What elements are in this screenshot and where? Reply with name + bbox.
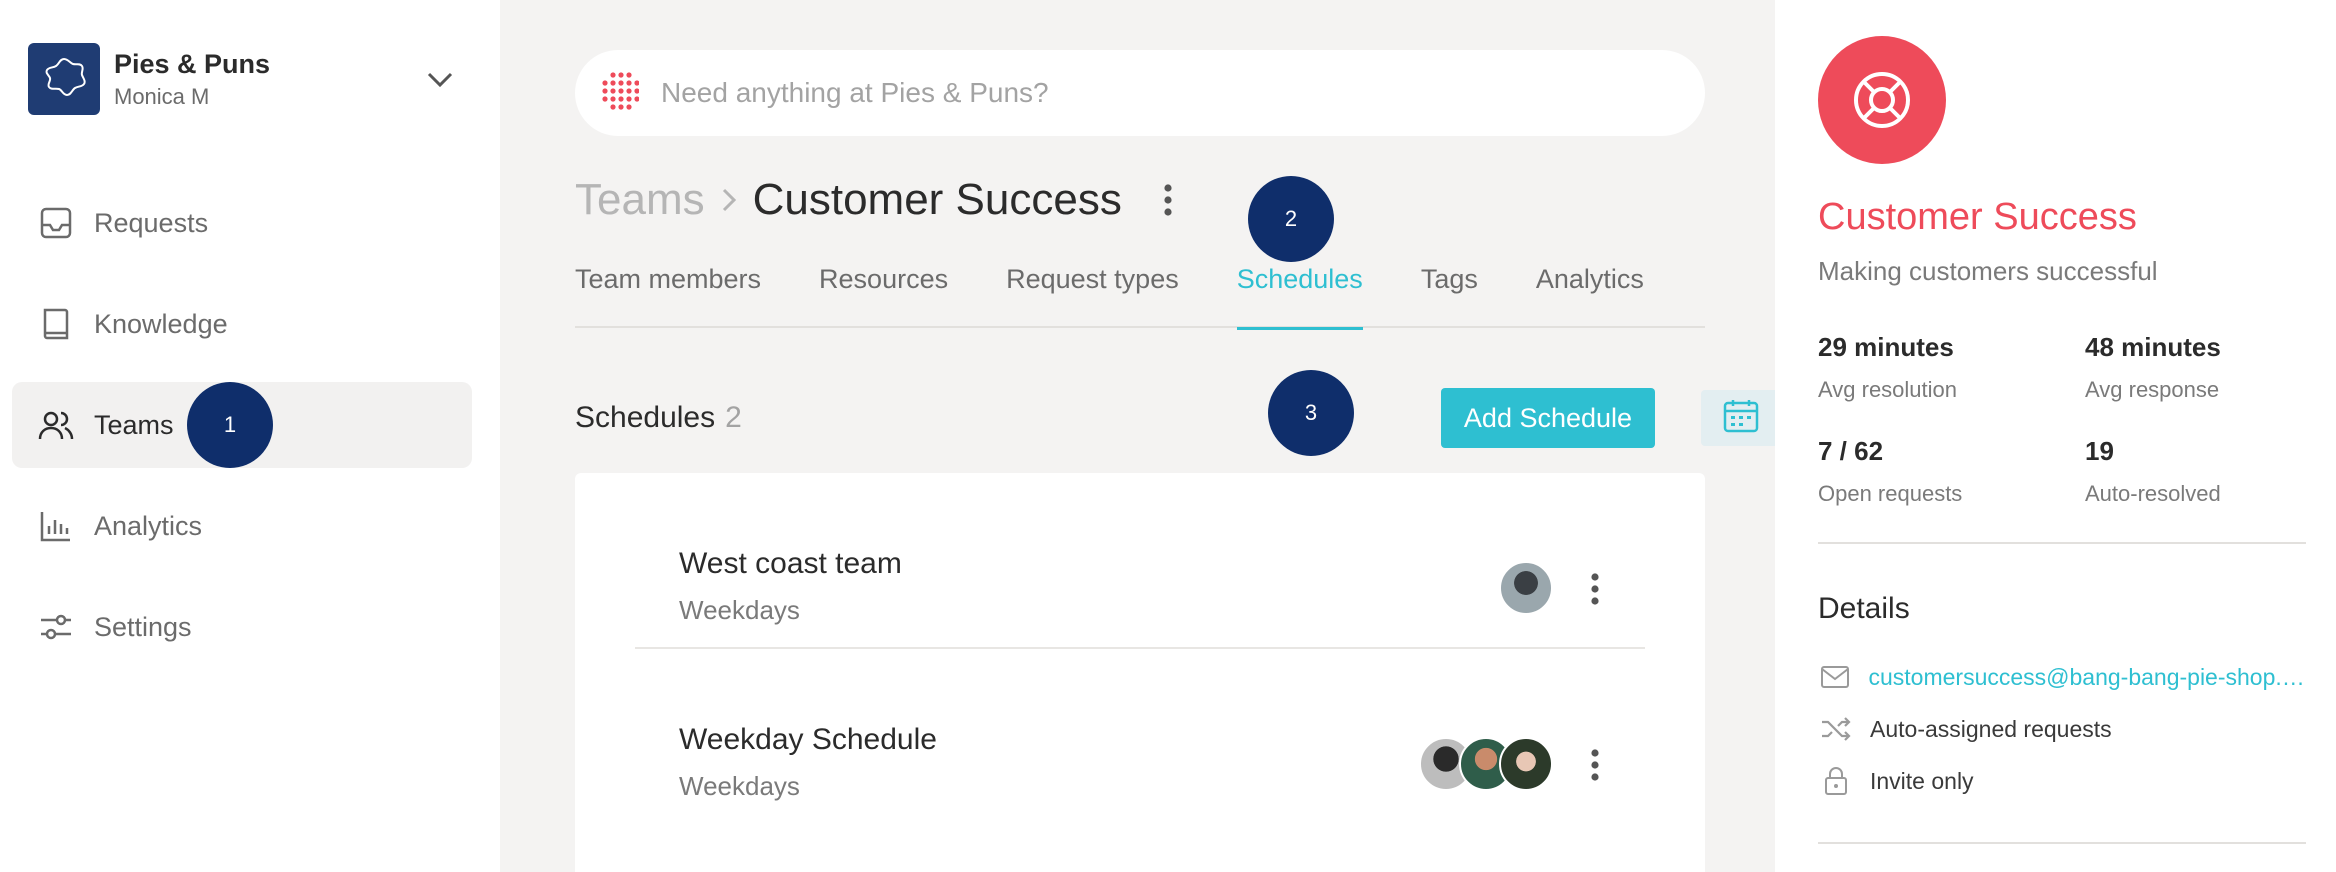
flower-logo-icon [45,57,86,97]
team-tabs: Team members Resources Request types Sch… [575,256,1705,330]
sidebar-item-label: Requests [94,207,209,238]
schedule-name: Weekday Schedule [679,723,937,756]
tab-team-members[interactable]: Team members [575,256,761,328]
schedules-count: 2 [725,401,742,434]
sidebar-item-label: Knowledge [94,308,228,339]
workspace-user: Monica M [114,83,210,109]
stat-auto-resolved: 19 Auto-resolved [2085,436,2336,507]
stat-open-requests: 7 / 62 Open requests [1818,436,2078,507]
stat-avg-response: 48 minutes Avg response [2085,332,2336,403]
lifebuoy-icon [1854,72,1910,128]
tab-analytics[interactable]: Analytics [1536,256,1644,328]
stat-label: Avg response [2085,377,2220,402]
list-item[interactable]: West coast team Weekdays [635,473,1645,647]
add-schedule-button[interactable]: Add Schedule [1441,388,1655,448]
avatar [1499,737,1553,791]
chevron-down-icon[interactable] [420,60,460,100]
chevron-right-icon [719,185,739,215]
stat-value: 48 minutes [2085,332,2221,362]
detail-email: customersuccess@bang-bang-pie-shop.com [1818,659,2306,695]
users-icon [36,405,76,445]
tab-schedules[interactable]: Schedules [1236,256,1363,330]
divider [1818,842,2306,844]
inbox-icon [36,203,76,243]
details-heading: Details [1818,592,1910,625]
stat-value: 7 / 62 [1818,436,1884,466]
team-email-link[interactable]: customersuccess@bang-bang-pie-shop.com [1868,664,2306,691]
detail-assignment: Auto-assigned requests [1818,711,2306,747]
list-item[interactable]: Weekday Schedule Weekdays [635,647,1645,821]
sidebar-item-requests[interactable]: Requests [12,180,472,266]
member-avatars [1499,561,1553,615]
assignment-text: Auto-assigned requests [1870,715,2112,742]
breadcrumb-parent[interactable]: Teams [575,175,705,225]
breadcrumb: Teams Customer Success [575,170,1180,230]
sidebar-item-knowledge[interactable]: Knowledge [12,281,472,367]
stat-value: 29 minutes [1818,332,1954,362]
team-details-panel: Customer Success Making customers succes… [1775,0,2336,872]
detail-access: Invite only [1818,763,2306,799]
more-vertical-icon[interactable] [1156,180,1180,220]
workspace-logo [28,43,100,115]
avatar [1499,561,1553,615]
bar-chart-icon [36,506,76,546]
page-title: Customer Success [752,175,1122,224]
more-vertical-icon[interactable] [1585,745,1605,785]
calendar-icon [1722,398,1760,439]
more-vertical-icon[interactable] [1585,569,1605,609]
schedule-name: West coast team [679,547,902,580]
stat-avg-resolution: 29 minutes Avg resolution [1818,332,2078,403]
schedules-title: Schedules [575,401,716,434]
sidebar-item-analytics[interactable]: Analytics [12,483,472,569]
step-badge: 1 [187,382,273,468]
book-icon [36,304,76,344]
dot-grid-logo-icon [599,71,640,116]
schedule-days: Weekdays [679,771,800,801]
sidebar-item-teams[interactable]: Teams 1 [12,382,472,468]
calendar-view-button[interactable] [1701,390,1781,446]
search-input[interactable] [661,77,1561,109]
stat-label: Open requests [1818,481,1963,506]
sliders-icon [36,607,76,647]
workspace-switcher[interactable]: Pies & Puns Monica M [28,42,468,116]
stat-label: Avg resolution [1818,377,1958,402]
schedules-header: Schedules 2 3 Add Schedule [575,370,1781,456]
access-text: Invite only [1870,767,1974,794]
sidebar: Pies & Puns Monica M Requests Knowledge … [0,0,500,872]
step-badge: 2 [1248,176,1334,262]
schedule-days: Weekdays [679,595,800,625]
tab-tags[interactable]: Tags [1421,256,1478,328]
search-bar[interactable] [575,50,1705,136]
team-title: Customer Success [1818,196,2137,238]
sidebar-item-label: Teams [94,409,174,440]
divider [1818,542,2306,544]
main-content: Teams Customer Success 2 Team members Re… [500,0,1781,872]
stat-label: Auto-resolved [2085,481,2221,506]
sidebar-item-label: Settings [94,611,192,642]
step-badge: 3 [1268,370,1354,456]
shuffle-icon [1818,711,1854,747]
team-description: Making customers successful [1818,256,2158,286]
sidebar-item-settings[interactable]: Settings [12,584,472,670]
schedules-list: West coast team Weekdays Weekday Schedul… [575,473,1705,872]
mail-icon [1818,659,1852,695]
sidebar-nav: Requests Knowledge Teams 1 Analytics Set… [12,180,472,685]
tab-resources[interactable]: Resources [819,256,948,328]
tab-request-types[interactable]: Request types [1006,256,1179,328]
sidebar-item-label: Analytics [94,510,203,541]
lock-icon [1818,763,1854,799]
team-logo [1818,36,1946,164]
workspace-name: Pies & Puns [114,48,271,79]
member-avatars [1419,737,1553,791]
stat-value: 19 [2085,436,2114,466]
